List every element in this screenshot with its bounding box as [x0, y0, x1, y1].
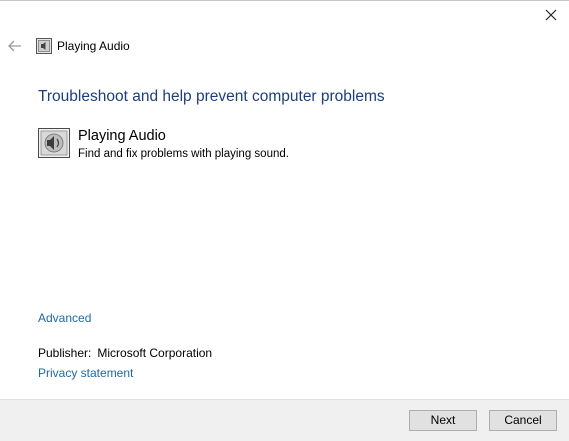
cancel-button[interactable]: Cancel — [489, 410, 557, 431]
publisher-value: Microsoft Corporation — [97, 346, 213, 360]
footer-bar: Next Cancel — [0, 399, 569, 441]
audio-troubleshooter-icon — [36, 38, 52, 54]
publisher-label: Publisher: — [38, 346, 92, 360]
troubleshooter-item-title: Playing Audio — [78, 128, 166, 144]
publisher-line: Publisher: Microsoft Corporation — [38, 345, 212, 361]
playing-audio-icon — [38, 128, 70, 158]
privacy-statement-link[interactable]: Privacy statement — [38, 365, 133, 381]
close-button[interactable] — [539, 4, 563, 26]
troubleshooter-item-description: Find and fix problems with playing sound… — [78, 148, 289, 160]
next-button[interactable]: Next — [409, 410, 477, 431]
close-icon — [545, 9, 557, 21]
window-title: Playing Audio — [57, 39, 130, 53]
back-button[interactable] — [6, 37, 24, 55]
troubleshooter-window: Playing Audio Troubleshoot and help prev… — [0, 0, 569, 441]
back-arrow-icon — [8, 40, 21, 52]
page-heading: Troubleshoot and help prevent computer p… — [38, 88, 385, 105]
advanced-link[interactable]: Advanced — [38, 310, 91, 326]
